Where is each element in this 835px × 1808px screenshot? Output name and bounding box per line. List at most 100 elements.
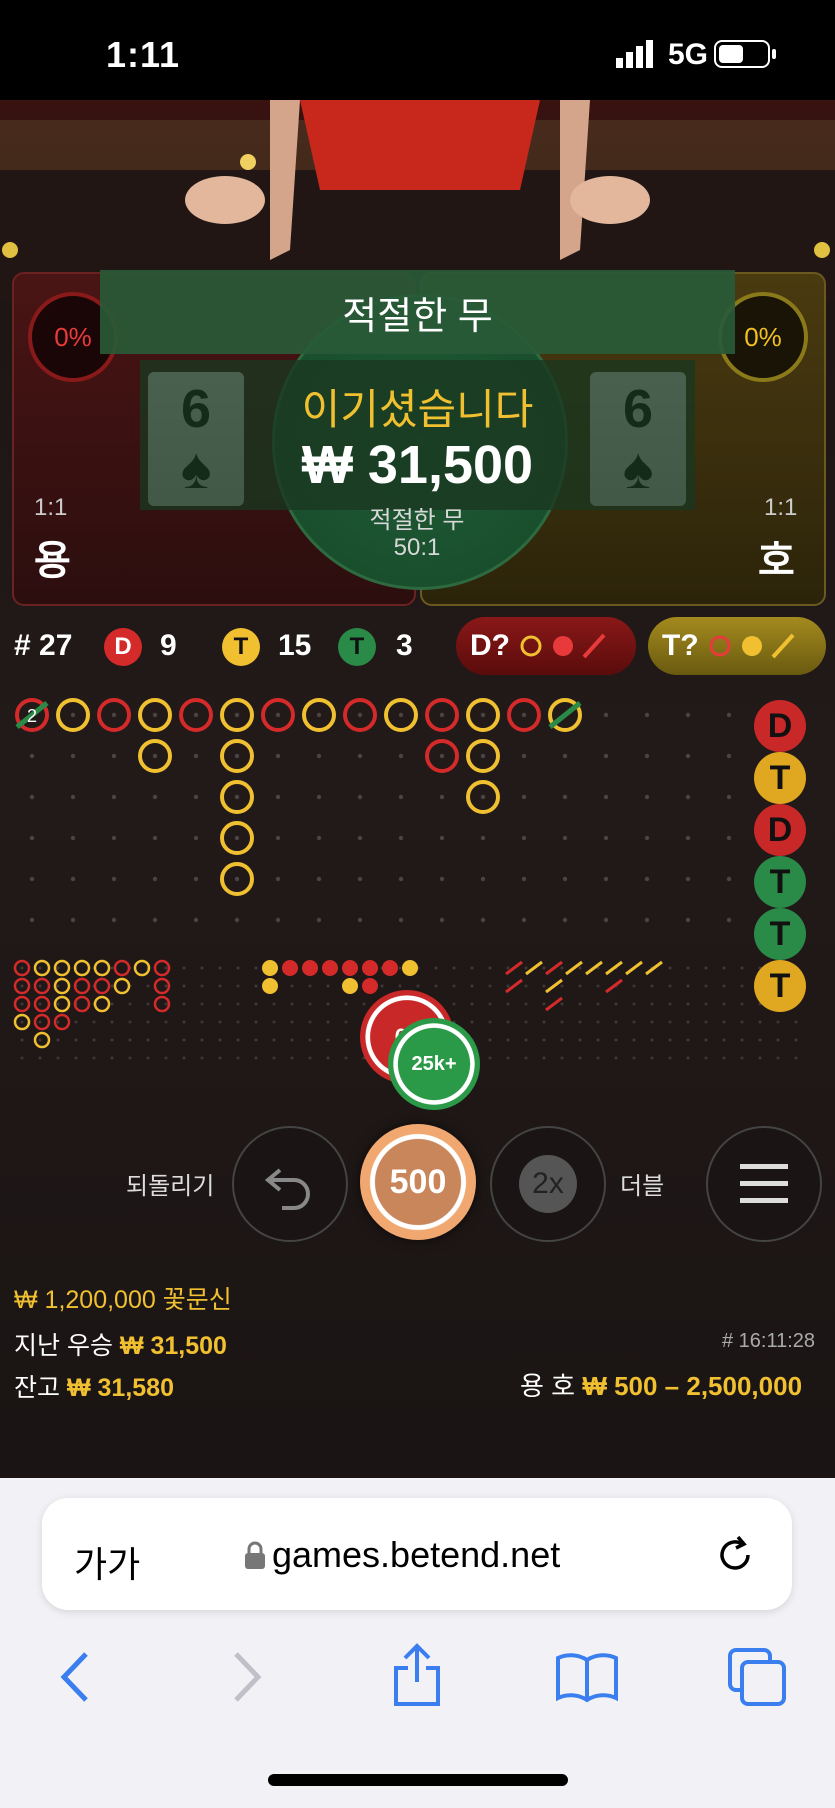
grid-dot <box>439 753 445 759</box>
selected-chip[interactable]: 500 <box>360 1124 476 1240</box>
jackpot-info: ₩ 1,200,000 꽃문신 <box>14 1286 232 1314</box>
grid-dot <box>111 876 117 882</box>
last-win-label: 지난 우승 <box>14 1332 113 1360</box>
grid-dot <box>272 1020 276 1024</box>
text-size-button[interactable]: 가가 <box>74 1536 140 1588</box>
grid-dot <box>326 1038 330 1042</box>
grid-dot <box>110 1002 114 1006</box>
grid-dot <box>182 1020 186 1024</box>
grid-dot <box>726 876 732 882</box>
grid-dot <box>506 1002 510 1006</box>
grid-dot <box>254 1002 258 1006</box>
grid-dot <box>439 835 445 841</box>
grid-dot <box>488 984 492 988</box>
grid-dot <box>521 835 527 841</box>
grid-dot <box>452 966 456 970</box>
grid-dot <box>200 984 204 988</box>
double-button[interactable]: 2x <box>490 1126 606 1242</box>
share-icon[interactable] <box>390 1642 444 1708</box>
grid-dot <box>362 1002 366 1006</box>
forward-icon[interactable] <box>230 1650 266 1704</box>
grid-dot <box>488 1038 492 1042</box>
grid-dot <box>275 794 281 800</box>
grid-dot <box>357 712 363 718</box>
grid-dot <box>236 1020 240 1024</box>
prediction-icons <box>709 633 795 659</box>
grid-dot <box>506 1020 510 1024</box>
big-eye-road-cell <box>33 1013 51 1031</box>
grid-dot <box>357 753 363 759</box>
grid-dot <box>182 1002 186 1006</box>
bookmarks-icon[interactable] <box>554 1650 620 1704</box>
grid-dot <box>704 1038 708 1042</box>
back-icon[interactable] <box>56 1650 92 1704</box>
grid-dot <box>524 1038 528 1042</box>
grid-dot <box>152 876 158 882</box>
grid-dot <box>110 1038 114 1042</box>
small-road-cell <box>282 960 298 976</box>
grid-dot <box>722 1002 726 1006</box>
grid-dot <box>562 917 568 923</box>
grid-dot <box>236 966 240 970</box>
grid-dot <box>111 753 117 759</box>
grid-dot <box>275 835 281 841</box>
grid-dot <box>308 984 312 988</box>
tie-count-label: 2 <box>27 706 37 726</box>
tiger-predict-button[interactable]: T? <box>648 617 826 675</box>
grid-dot <box>686 1020 690 1024</box>
grid-dot <box>740 984 744 988</box>
grid-dot <box>398 753 404 759</box>
grid-dot <box>20 1038 24 1042</box>
undo-icon <box>264 1168 310 1210</box>
grid-dot <box>596 1056 600 1060</box>
small-road-cell <box>322 960 338 976</box>
grid-dot <box>236 1038 240 1042</box>
tabs-icon[interactable] <box>726 1646 788 1708</box>
grid-dot <box>200 1056 204 1060</box>
menu-button[interactable] <box>706 1126 822 1242</box>
grid-dot <box>704 1002 708 1006</box>
grid-dot <box>111 712 117 718</box>
grid-dot <box>111 835 117 841</box>
grid-dot <box>632 1056 636 1060</box>
grid-dot <box>38 984 42 988</box>
grid-dot <box>603 712 609 718</box>
grid-dot <box>614 1056 618 1060</box>
grid-dot <box>686 966 690 970</box>
green-chip[interactable]: 25k+ <box>388 1018 480 1110</box>
grid-dot <box>668 1038 672 1042</box>
grid-dot <box>29 835 35 841</box>
grid-dot <box>480 753 486 759</box>
grid-dot <box>650 1002 654 1006</box>
reload-icon[interactable] <box>714 1534 756 1576</box>
grid-dot <box>38 1002 42 1006</box>
grid-dot <box>20 984 24 988</box>
grid-dot <box>193 917 199 923</box>
grid-dot <box>560 1020 564 1024</box>
grid-dot <box>234 876 240 882</box>
grid-dot <box>152 835 158 841</box>
small-road-cell <box>342 960 358 976</box>
big-eye-road-cell <box>33 995 51 1013</box>
grid-dot <box>92 1038 96 1042</box>
round-time: # 16:11:28 <box>722 1330 816 1352</box>
grid-dot <box>29 917 35 923</box>
grid-dot <box>480 917 486 923</box>
grid-dot <box>439 794 445 800</box>
dragon-predict-button[interactable]: D? <box>456 617 636 675</box>
grid-dot <box>74 1038 78 1042</box>
cockroach-road-cell <box>605 960 623 976</box>
round-count: # 27 <box>14 629 73 662</box>
grid-dot <box>596 1038 600 1042</box>
grid-dot <box>578 1020 582 1024</box>
grid-dot <box>632 1002 636 1006</box>
grid-dot <box>146 1038 150 1042</box>
grid-dot <box>193 753 199 759</box>
grid-dot <box>521 794 527 800</box>
tiger-predict-label: T? <box>662 629 699 662</box>
grid-dot <box>357 917 363 923</box>
undo-button[interactable] <box>232 1126 348 1242</box>
grid-dot <box>344 1002 348 1006</box>
url-text[interactable]: games.betend.net <box>272 1534 560 1576</box>
grid-dot <box>182 1038 186 1042</box>
